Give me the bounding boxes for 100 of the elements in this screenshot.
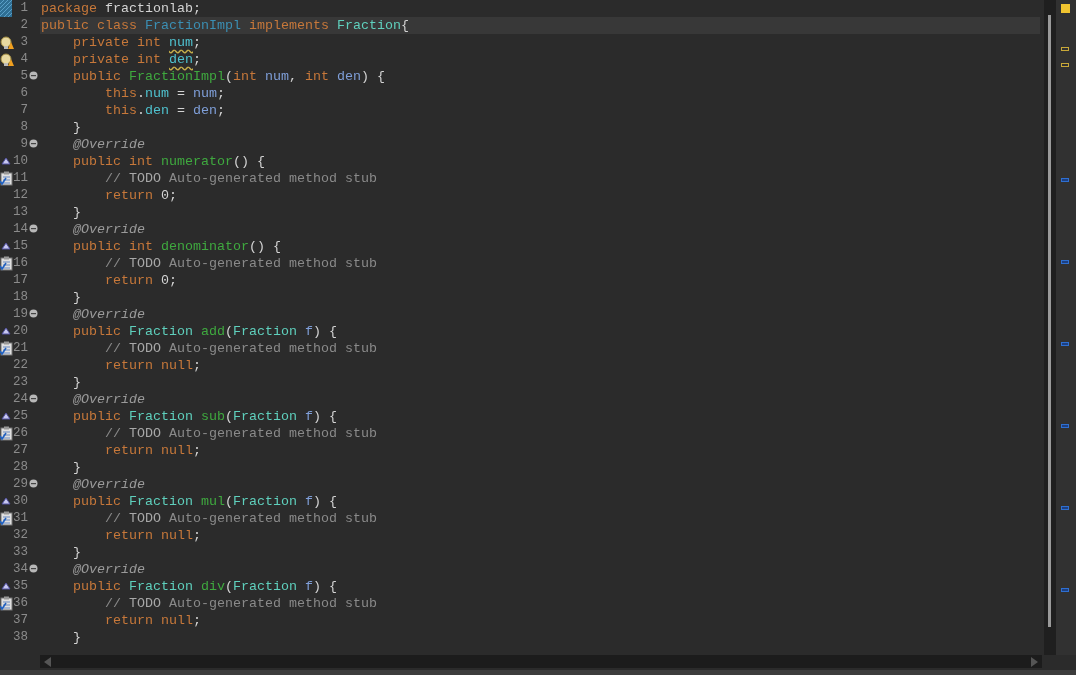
line-number: 25: [13, 408, 28, 425]
override-triangle-icon[interactable]: [1, 157, 11, 165]
code-line: // TODO Auto-generated method stub: [104, 340, 378, 357]
vertical-scrollbar[interactable]: [1044, 0, 1056, 655]
task-clipboard-icon[interactable]: [0, 171, 13, 186]
code-line: @Override: [72, 476, 146, 493]
line-number: 13: [13, 204, 28, 221]
line-number: 10: [13, 153, 28, 170]
task-clipboard-icon[interactable]: [0, 256, 13, 271]
line-number: 38: [13, 629, 28, 646]
collapse-icon[interactable]: [29, 309, 38, 318]
code-line: }: [72, 204, 82, 221]
code-line: public FractionImpl(int num, int den) {: [72, 68, 386, 85]
line-number: 27: [13, 442, 28, 459]
line-number: 2: [20, 17, 28, 34]
code-line: // TODO Auto-generated method stub: [104, 510, 378, 527]
collapse-icon[interactable]: [29, 564, 38, 573]
line-number: 19: [13, 306, 28, 323]
collapse-icon[interactable]: [29, 394, 38, 403]
line-number: 22: [13, 357, 28, 374]
line-number: 9: [20, 136, 28, 153]
task-marker[interactable]: [1061, 424, 1069, 429]
line-number: 3: [20, 34, 28, 51]
code-line: private int den;: [72, 51, 202, 68]
override-triangle-icon[interactable]: [1, 412, 11, 420]
scrollbar-thumb[interactable]: [1048, 15, 1051, 627]
line-number: 36: [13, 595, 28, 612]
override-triangle-icon[interactable]: [1, 582, 11, 590]
collapse-icon[interactable]: [29, 479, 38, 488]
line-number: 6: [20, 85, 28, 102]
collapse-icon[interactable]: [29, 139, 38, 148]
line-number: 5: [20, 68, 28, 85]
code-line: return 0;: [104, 272, 178, 289]
line-number: 32: [13, 527, 28, 544]
line-number: 15: [13, 238, 28, 255]
line-number: 1: [20, 0, 28, 17]
line-number: 17: [13, 272, 28, 289]
task-marker[interactable]: [1061, 260, 1069, 265]
collapse-icon[interactable]: [29, 224, 38, 233]
code-line: this.num = num;: [104, 85, 226, 102]
line-number: 4: [20, 51, 28, 68]
code-line: public Fraction sub(Fraction f) {: [72, 408, 338, 425]
code-line: // TODO Auto-generated method stub: [104, 595, 378, 612]
line-number: 18: [13, 289, 28, 306]
code-line: @Override: [72, 391, 146, 408]
code-line: private int num;: [72, 34, 202, 51]
code-line: return 0;: [104, 187, 178, 204]
warning-marker[interactable]: [1061, 63, 1069, 68]
line-number: 33: [13, 544, 28, 561]
code-line: }: [72, 459, 82, 476]
line-number: 35: [13, 578, 28, 595]
line-number: 11: [13, 170, 28, 187]
code-line: return null;: [104, 442, 202, 459]
override-triangle-icon[interactable]: [1, 497, 11, 505]
line-number: 12: [13, 187, 28, 204]
line-number: 26: [13, 425, 28, 442]
code-line: public Fraction add(Fraction f) {: [72, 323, 338, 340]
task-marker[interactable]: [1061, 178, 1069, 183]
code-line: public int denominator() {: [72, 238, 282, 255]
warning-bulb-icon[interactable]: [0, 36, 14, 50]
code-line: public int numerator() {: [72, 153, 266, 170]
code-line: // TODO Auto-generated method stub: [104, 255, 378, 272]
code-line: return null;: [104, 612, 202, 629]
task-clipboard-icon[interactable]: [0, 511, 13, 526]
line-number: 16: [13, 255, 28, 272]
task-marker[interactable]: [1061, 506, 1069, 511]
line-number: 20: [13, 323, 28, 340]
code-line: @Override: [72, 221, 146, 238]
warning-bulb-icon[interactable]: [0, 53, 14, 67]
code-line: this.den = den;: [104, 102, 226, 119]
task-clipboard-icon[interactable]: [0, 596, 13, 611]
code-line: }: [72, 289, 82, 306]
line-number: 30: [13, 493, 28, 510]
line-number: 24: [13, 391, 28, 408]
task-clipboard-icon[interactable]: [0, 341, 13, 356]
code-line: @Override: [72, 136, 146, 153]
task-clipboard-icon[interactable]: [0, 426, 13, 441]
collapse-icon[interactable]: [29, 71, 38, 80]
code-line: }: [72, 629, 82, 646]
code-line: // TODO Auto-generated method stub: [104, 170, 378, 187]
override-triangle-icon[interactable]: [1, 242, 11, 250]
override-triangle-icon[interactable]: [1, 327, 11, 335]
code-line: }: [72, 544, 82, 561]
line-number: 29: [13, 476, 28, 493]
line-number: 14: [13, 221, 28, 238]
line-number: 31: [13, 510, 28, 527]
task-marker[interactable]: [1061, 342, 1069, 347]
code-line: @Override: [72, 561, 146, 578]
line-number: 7: [20, 102, 28, 119]
code-line: }: [72, 119, 82, 136]
code-line: public Fraction div(Fraction f) {: [72, 578, 338, 595]
line-number: 37: [13, 612, 28, 629]
line-number: 8: [20, 119, 28, 136]
code-line: package fractionlab;: [40, 0, 202, 17]
line-number: 28: [13, 459, 28, 476]
task-marker[interactable]: [1061, 588, 1069, 593]
line-number: 23: [13, 374, 28, 391]
warning-marker[interactable]: [1061, 47, 1069, 51]
code-line: // TODO Auto-generated method stub: [104, 425, 378, 442]
code-line: public Fraction mul(Fraction f) {: [72, 493, 338, 510]
